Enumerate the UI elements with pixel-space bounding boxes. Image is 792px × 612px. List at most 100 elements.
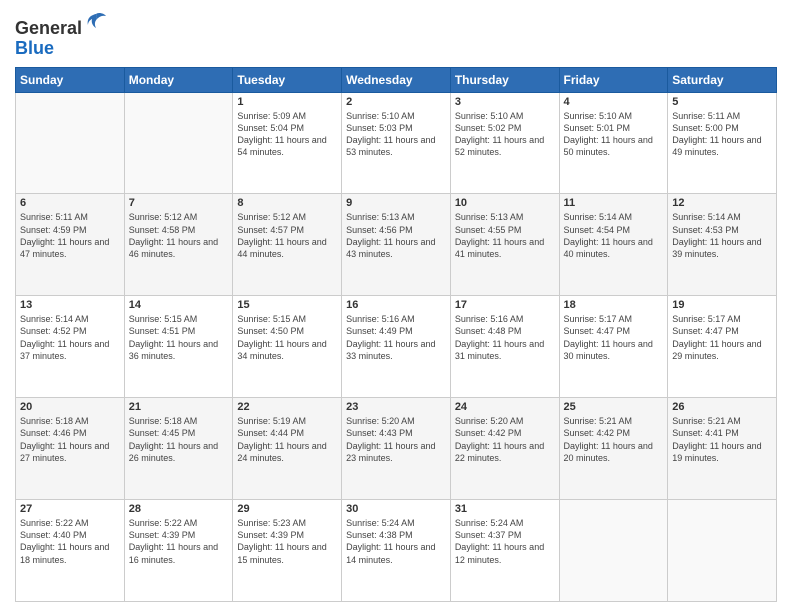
day-number: 17 (455, 299, 555, 311)
day-content: Sunrise: 5:13 AM Sunset: 4:56 PM Dayligh… (346, 211, 446, 260)
day-number: 10 (455, 197, 555, 209)
day-content: Sunrise: 5:14 AM Sunset: 4:54 PM Dayligh… (564, 211, 664, 260)
day-number: 31 (455, 503, 555, 515)
day-number: 21 (129, 401, 229, 413)
calendar-cell: 20 Sunrise: 5:18 AM Sunset: 4:46 PM Dayli… (16, 398, 125, 500)
calendar-header-sunday: Sunday (16, 67, 125, 92)
calendar-week-3: 13 Sunrise: 5:14 AM Sunset: 4:52 PM Dayli… (16, 296, 777, 398)
calendar-cell: 11Sunrise: 5:14 AM Sunset: 4:54 PM Dayli… (559, 194, 668, 296)
calendar-cell (559, 500, 668, 602)
calendar-table: SundayMondayTuesdayWednesdayThursdayFrid… (15, 67, 777, 602)
day-content: Sunrise: 5:10 AM Sunset: 5:01 PM Dayligh… (564, 110, 664, 159)
day-content: Sunrise: 5:10 AM Sunset: 5:02 PM Dayligh… (455, 110, 555, 159)
calendar-cell: 25 Sunrise: 5:21 AM Sunset: 4:42 PM Dayli… (559, 398, 668, 500)
calendar-cell: 30 Sunrise: 5:24 AM Sunset: 4:38 PM Dayli… (342, 500, 451, 602)
calendar-cell: 19 Sunrise: 5:17 AM Sunset: 4:47 PM Dayli… (668, 296, 777, 398)
logo-blue-text: Blue (15, 38, 54, 58)
calendar-cell: 15 Sunrise: 5:15 AM Sunset: 4:50 PM Dayli… (233, 296, 342, 398)
day-number: 12 (672, 197, 772, 209)
calendar-week-5: 27 Sunrise: 5:22 AM Sunset: 4:40 PM Dayli… (16, 500, 777, 602)
calendar-cell (124, 92, 233, 194)
day-number: 22 (237, 401, 337, 413)
day-number: 13 (20, 299, 120, 311)
calendar-cell: 27 Sunrise: 5:22 AM Sunset: 4:40 PM Dayli… (16, 500, 125, 602)
calendar-cell: 6 Sunrise: 5:11 AM Sunset: 4:59 PM Daylig… (16, 194, 125, 296)
day-number: 3 (455, 96, 555, 108)
day-number: 20 (20, 401, 120, 413)
day-number: 23 (346, 401, 446, 413)
day-number: 28 (129, 503, 229, 515)
calendar-week-2: 6 Sunrise: 5:11 AM Sunset: 4:59 PM Daylig… (16, 194, 777, 296)
day-content: Sunrise: 5:24 AM Sunset: 4:38 PM Dayligh… (346, 517, 446, 566)
day-number: 7 (129, 197, 229, 209)
calendar-cell: 18 Sunrise: 5:17 AM Sunset: 4:47 PM Dayli… (559, 296, 668, 398)
calendar-header-saturday: Saturday (668, 67, 777, 92)
calendar-cell: 10Sunrise: 5:13 AM Sunset: 4:55 PM Dayli… (450, 194, 559, 296)
calendar-cell (668, 500, 777, 602)
calendar-header-wednesday: Wednesday (342, 67, 451, 92)
calendar-cell: 26Sunrise: 5:21 AM Sunset: 4:41 PM Dayli… (668, 398, 777, 500)
day-content: Sunrise: 5:12 AM Sunset: 4:58 PM Dayligh… (129, 211, 229, 260)
day-number: 5 (672, 96, 772, 108)
day-number: 30 (346, 503, 446, 515)
day-number: 15 (237, 299, 337, 311)
calendar-cell: 7 Sunrise: 5:12 AM Sunset: 4:58 PM Daylig… (124, 194, 233, 296)
day-content: Sunrise: 5:10 AM Sunset: 5:03 PM Dayligh… (346, 110, 446, 159)
calendar-cell: 12 Sunrise: 5:14 AM Sunset: 4:53 PM Dayli… (668, 194, 777, 296)
day-content: Sunrise: 5:21 AM Sunset: 4:41 PM Dayligh… (672, 415, 772, 464)
day-content: Sunrise: 5:18 AM Sunset: 4:46 PM Dayligh… (20, 415, 120, 464)
calendar-cell: 4Sunrise: 5:10 AM Sunset: 5:01 PM Daylig… (559, 92, 668, 194)
calendar-cell: 21 Sunrise: 5:18 AM Sunset: 4:45 PM Dayli… (124, 398, 233, 500)
day-content: Sunrise: 5:17 AM Sunset: 4:47 PM Dayligh… (564, 313, 664, 362)
day-number: 18 (564, 299, 664, 311)
day-content: Sunrise: 5:14 AM Sunset: 4:52 PM Dayligh… (20, 313, 120, 362)
day-content: Sunrise: 5:14 AM Sunset: 4:53 PM Dayligh… (672, 211, 772, 260)
calendar-cell: 24 Sunrise: 5:20 AM Sunset: 4:42 PM Dayli… (450, 398, 559, 500)
day-number: 16 (346, 299, 446, 311)
logo: General Blue (15, 10, 108, 59)
day-content: Sunrise: 5:22 AM Sunset: 4:39 PM Dayligh… (129, 517, 229, 566)
day-content: Sunrise: 5:15 AM Sunset: 4:51 PM Dayligh… (129, 313, 229, 362)
day-content: Sunrise: 5:22 AM Sunset: 4:40 PM Dayligh… (20, 517, 120, 566)
calendar-cell: 22Sunrise: 5:19 AM Sunset: 4:44 PM Dayli… (233, 398, 342, 500)
day-number: 25 (564, 401, 664, 413)
day-content: Sunrise: 5:15 AM Sunset: 4:50 PM Dayligh… (237, 313, 337, 362)
calendar-week-1: 1Sunrise: 5:09 AM Sunset: 5:04 PM Daylig… (16, 92, 777, 194)
calendar-week-4: 20 Sunrise: 5:18 AM Sunset: 4:46 PM Dayli… (16, 398, 777, 500)
calendar-cell: 13 Sunrise: 5:14 AM Sunset: 4:52 PM Dayli… (16, 296, 125, 398)
day-content: Sunrise: 5:20 AM Sunset: 4:42 PM Dayligh… (455, 415, 555, 464)
logo-general-text: General (15, 18, 82, 38)
calendar-cell: 14 Sunrise: 5:15 AM Sunset: 4:51 PM Dayli… (124, 296, 233, 398)
day-content: Sunrise: 5:11 AM Sunset: 4:59 PM Dayligh… (20, 211, 120, 260)
calendar-cell: 5 Sunrise: 5:11 AM Sunset: 5:00 PM Daylig… (668, 92, 777, 194)
day-number: 6 (20, 197, 120, 209)
day-content: Sunrise: 5:12 AM Sunset: 4:57 PM Dayligh… (237, 211, 337, 260)
calendar-cell: 29Sunrise: 5:23 AM Sunset: 4:39 PM Dayli… (233, 500, 342, 602)
day-content: Sunrise: 5:23 AM Sunset: 4:39 PM Dayligh… (237, 517, 337, 566)
day-content: Sunrise: 5:21 AM Sunset: 4:42 PM Dayligh… (564, 415, 664, 464)
page: General Blue SundayMondayTuesdayWednesda… (0, 0, 792, 612)
calendar-header-monday: Monday (124, 67, 233, 92)
day-number: 19 (672, 299, 772, 311)
day-number: 2 (346, 96, 446, 108)
calendar-header-friday: Friday (559, 67, 668, 92)
day-content: Sunrise: 5:18 AM Sunset: 4:45 PM Dayligh… (129, 415, 229, 464)
calendar-cell: 9 Sunrise: 5:13 AM Sunset: 4:56 PM Daylig… (342, 194, 451, 296)
day-content: Sunrise: 5:16 AM Sunset: 4:48 PM Dayligh… (455, 313, 555, 362)
day-number: 8 (237, 197, 337, 209)
day-content: Sunrise: 5:17 AM Sunset: 4:47 PM Dayligh… (672, 313, 772, 362)
day-content: Sunrise: 5:11 AM Sunset: 5:00 PM Dayligh… (672, 110, 772, 159)
day-number: 24 (455, 401, 555, 413)
day-content: Sunrise: 5:20 AM Sunset: 4:43 PM Dayligh… (346, 415, 446, 464)
day-number: 14 (129, 299, 229, 311)
day-number: 27 (20, 503, 120, 515)
day-number: 9 (346, 197, 446, 209)
logo-bird-icon (84, 10, 108, 34)
calendar-cell: 3 Sunrise: 5:10 AM Sunset: 5:02 PM Daylig… (450, 92, 559, 194)
calendar-cell: 2 Sunrise: 5:10 AM Sunset: 5:03 PM Daylig… (342, 92, 451, 194)
calendar-cell: 28 Sunrise: 5:22 AM Sunset: 4:39 PM Dayli… (124, 500, 233, 602)
calendar-cell: 16Sunrise: 5:16 AM Sunset: 4:49 PM Dayli… (342, 296, 451, 398)
calendar-cell (16, 92, 125, 194)
calendar-cell: 17 Sunrise: 5:16 AM Sunset: 4:48 PM Dayli… (450, 296, 559, 398)
calendar-header-tuesday: Tuesday (233, 67, 342, 92)
